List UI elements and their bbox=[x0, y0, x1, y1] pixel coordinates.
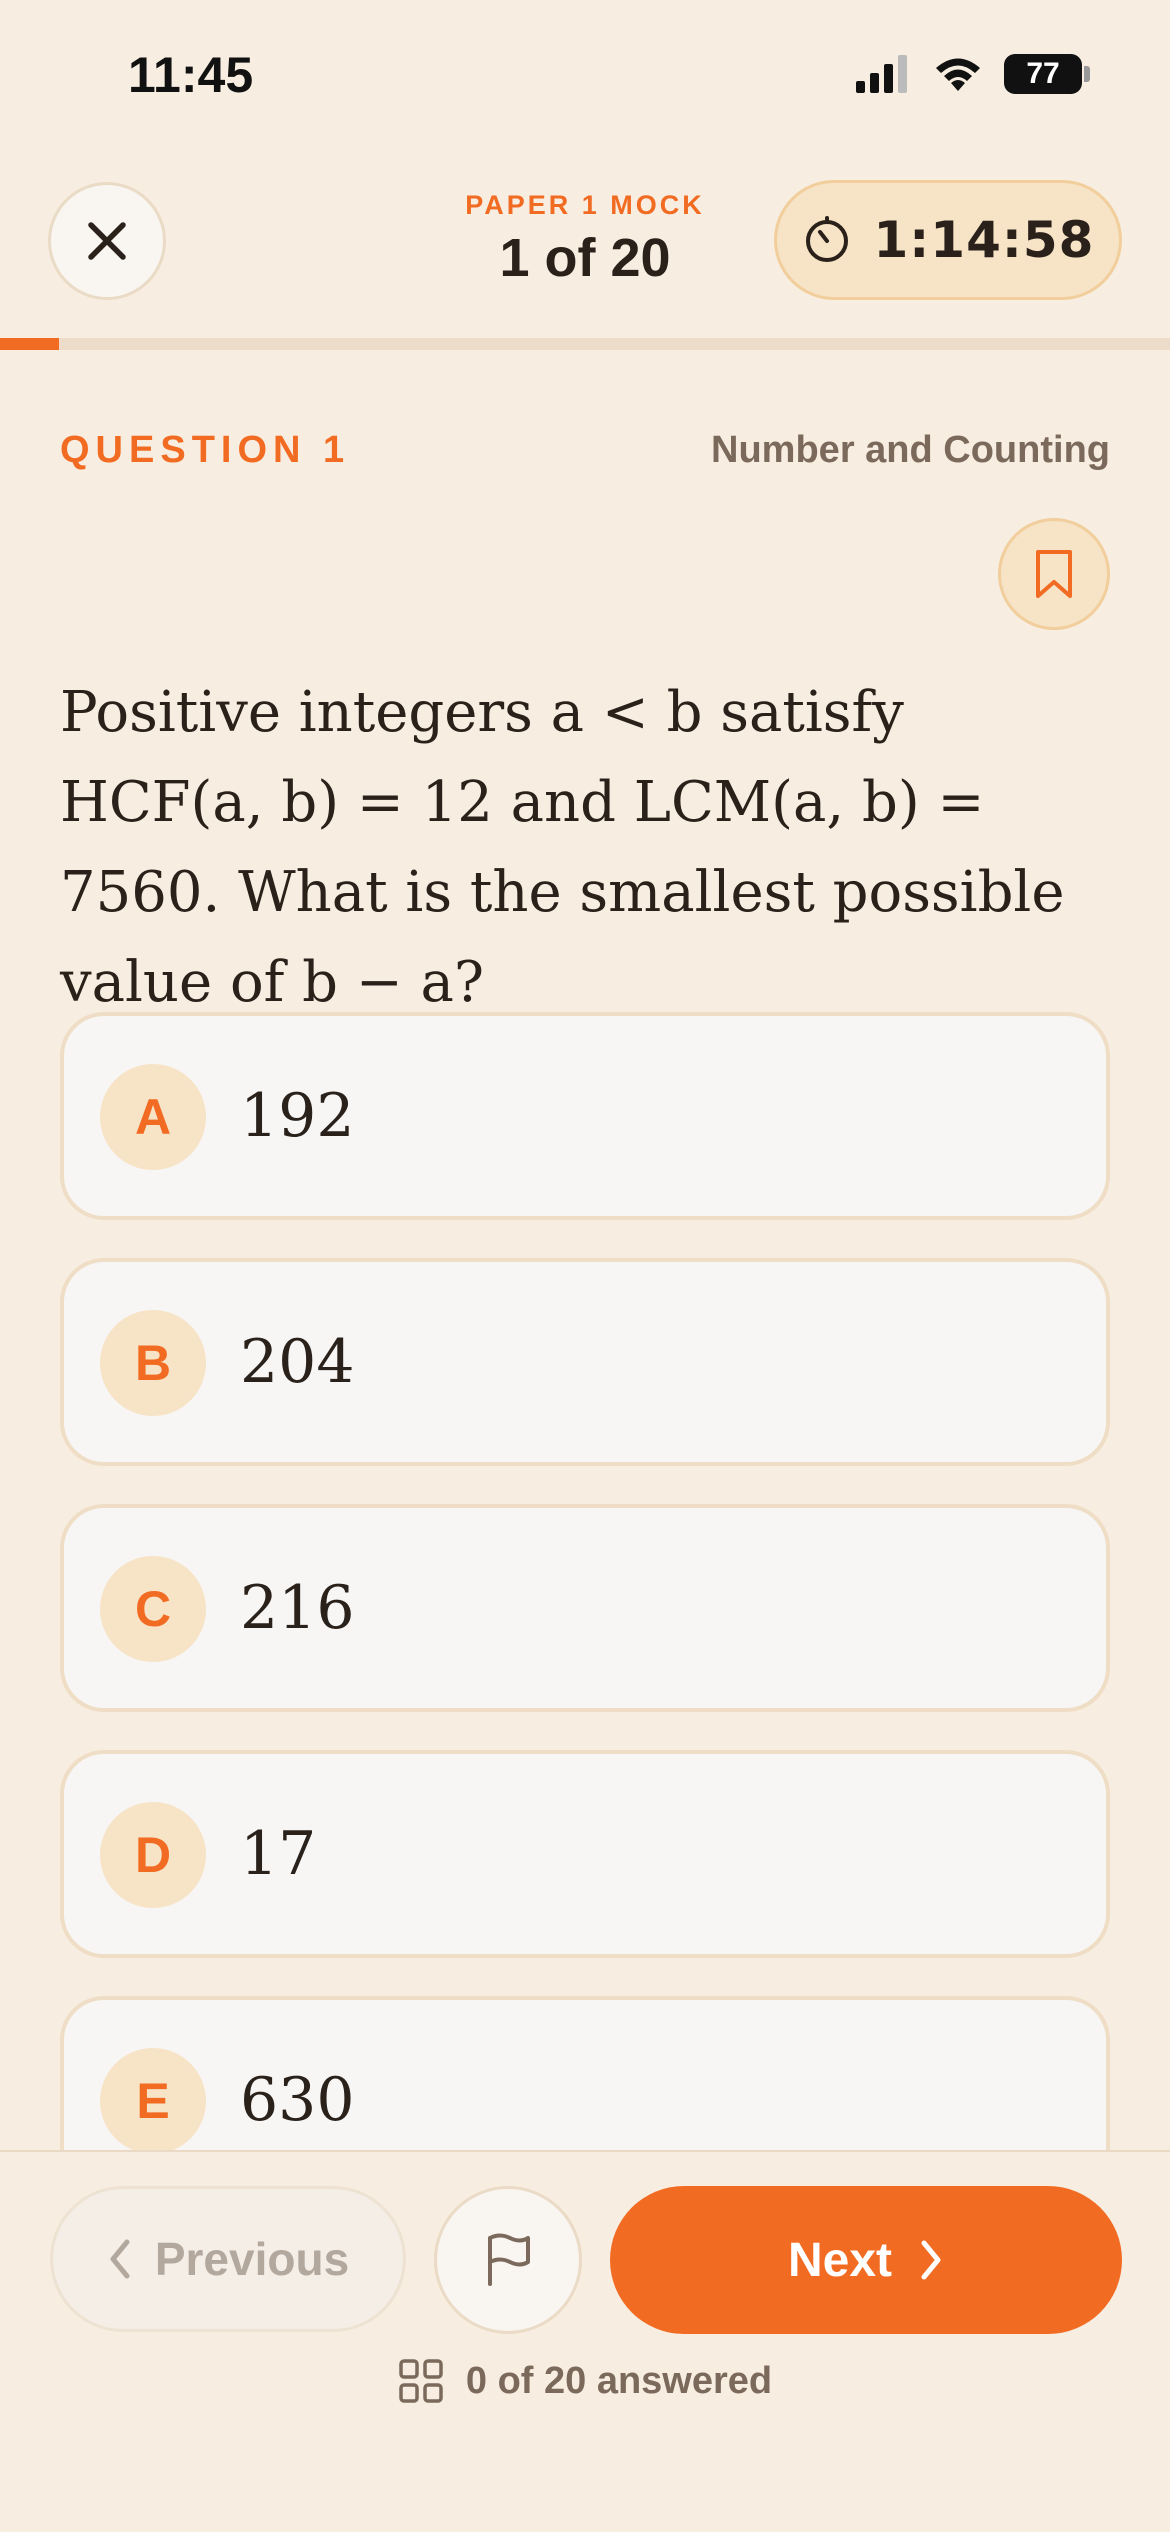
bottom-bar: Previous Next 0 of 20 answered bbox=[0, 2150, 1170, 2532]
status-icons: 77 bbox=[856, 54, 1090, 94]
status-time: 11:45 bbox=[128, 47, 254, 103]
close-button[interactable] bbox=[48, 182, 166, 300]
option-value: 216 bbox=[240, 1573, 355, 1643]
option-value: 204 bbox=[240, 1327, 355, 1397]
next-button[interactable]: Next bbox=[610, 2186, 1122, 2334]
flag-button[interactable] bbox=[434, 2186, 582, 2334]
wifi-icon bbox=[936, 58, 980, 91]
stopwatch-icon bbox=[805, 216, 848, 262]
option-value: 630 bbox=[240, 2065, 355, 2135]
answered-status[interactable]: 0 of 20 answered bbox=[0, 2358, 1170, 2404]
option-value: 17 bbox=[240, 1819, 317, 1889]
option-d[interactable]: D 17 bbox=[60, 1750, 1110, 1958]
flag-icon bbox=[488, 2233, 530, 2286]
header: PAPER 1 MOCK 1 of 20 1:14:58 bbox=[0, 170, 1170, 310]
bookmark-button[interactable] bbox=[998, 518, 1110, 630]
option-value: 192 bbox=[240, 1081, 355, 1151]
progress-fill bbox=[0, 338, 59, 350]
battery-level: 77 bbox=[1004, 54, 1082, 94]
option-c[interactable]: C 216 bbox=[60, 1504, 1110, 1712]
option-letter: A bbox=[100, 1064, 206, 1170]
option-letter: E bbox=[100, 2048, 206, 2154]
previous-button[interactable]: Previous bbox=[50, 2186, 406, 2332]
question-topic: Number and Counting bbox=[711, 429, 1110, 471]
question-meta: QUESTION 1 Number and Counting bbox=[60, 425, 1110, 475]
question-number: QUESTION 1 bbox=[60, 429, 351, 471]
question-text: Positive integers a < b satisfy HCF(a, b… bbox=[60, 680, 1065, 1015]
next-label: Next bbox=[787, 2233, 893, 2287]
option-b[interactable]: B 204 bbox=[60, 1258, 1110, 1466]
timer-text: 1:14:58 bbox=[873, 211, 1095, 269]
answered-text: 0 of 20 answered bbox=[465, 2359, 773, 2402]
option-letter: D bbox=[100, 1802, 206, 1908]
bookmark-icon bbox=[1036, 550, 1072, 598]
timer-pill: 1:14:58 bbox=[774, 180, 1122, 300]
chevron-left-icon bbox=[110, 2239, 130, 2279]
previous-label: Previous bbox=[154, 2233, 350, 2285]
signal-icon bbox=[856, 55, 907, 93]
progress-track bbox=[0, 338, 1170, 350]
option-letter: C bbox=[100, 1556, 206, 1662]
options-list: A 192 B 204 C 216 D 17 E 630 bbox=[60, 1012, 1110, 2242]
grid-icon bbox=[399, 2359, 443, 2403]
option-a[interactable]: A 192 bbox=[60, 1012, 1110, 1220]
option-letter: B bbox=[100, 1310, 206, 1416]
chevron-right-icon bbox=[921, 2240, 941, 2280]
close-icon bbox=[88, 222, 126, 260]
status-bar: 11:45 77 bbox=[0, 0, 1170, 150]
battery-icon: 77 bbox=[1004, 54, 1090, 94]
